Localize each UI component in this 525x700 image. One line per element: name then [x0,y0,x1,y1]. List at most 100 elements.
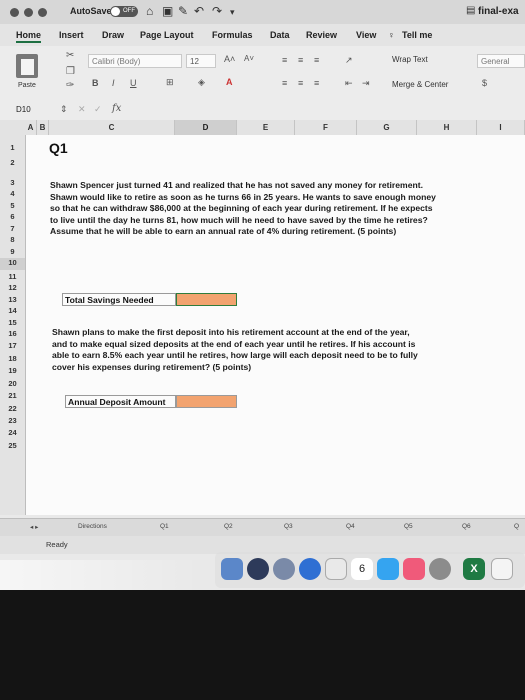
row-header[interactable]: 13 [0,295,25,304]
sheet-tab-q1[interactable]: Q1 [160,523,169,530]
function-icon[interactable]: fx [112,103,121,114]
undo-icon[interactable]: ↶ [194,4,204,18]
name-box-stepper-icon[interactable]: ⇕ [60,104,68,115]
finder-icon[interactable] [221,558,243,580]
align-bottom-icon[interactable]: ≡ [314,55,319,65]
row-header[interactable]: 24 [0,428,25,437]
col-header-i[interactable]: I [477,120,525,135]
row-header[interactable]: 19 [0,366,25,375]
name-box[interactable]: D10 [16,105,31,114]
col-header-b[interactable]: B [37,120,49,135]
excel-icon[interactable]: X [463,558,485,580]
row-header[interactable]: 5 [0,201,25,210]
row-header[interactable]: 25 [0,441,25,450]
sheet-tab-q5[interactable]: Q5 [404,523,413,530]
shrink-font-icon[interactable]: A˅ [244,54,254,63]
itunes-icon[interactable] [403,558,425,580]
col-header-g[interactable]: G [357,120,417,135]
wrap-text-button[interactable]: Wrap Text [392,55,428,64]
calendar-icon[interactable]: 6 [351,558,373,580]
tab-data[interactable]: Data [270,30,290,40]
tab-view[interactable]: View [356,30,376,40]
row-header[interactable]: 9 [0,247,25,256]
minimize-window-button[interactable] [24,8,33,17]
prev-sheet-icon[interactable]: ◂ ▸ [30,523,38,531]
col-header-d[interactable]: D [175,120,237,135]
tell-me-box[interactable]: Tell me [402,30,432,40]
total-savings-answer-cell[interactable] [176,293,237,306]
row-header[interactable]: 12 [0,283,25,292]
row-header[interactable]: 4 [0,189,25,198]
row-header[interactable]: 18 [0,354,25,363]
cancel-icon[interactable]: ✕ [78,104,86,115]
row-header[interactable]: 20 [0,379,25,388]
grow-font-icon[interactable]: A˄ [224,54,235,64]
autosave-toggle[interactable]: OFF [110,6,138,17]
row-header[interactable]: 3 [0,178,25,187]
row-header[interactable]: 6 [0,212,25,221]
merge-center-button[interactable]: Merge & Center [392,80,448,89]
row-header[interactable]: 14 [0,306,25,315]
align-left-icon[interactable]: ≡ [282,78,287,88]
customize-toolbar-icon[interactable]: ▾ [230,7,235,18]
tab-formulas[interactable]: Formulas [212,30,253,40]
messages-icon[interactable] [377,558,399,580]
chrome-icon[interactable] [325,558,347,580]
row-header-selected[interactable]: 10 [0,258,25,270]
copy-icon[interactable]: ❐ [66,66,75,77]
fill-color-icon[interactable]: ◈ [198,77,205,88]
sheet-tab-q6[interactable]: Q6 [462,523,471,530]
row-header[interactable]: 11 [0,272,25,281]
system-preferences-icon[interactable] [429,558,451,580]
row-header[interactable]: 22 [0,404,25,413]
row-header[interactable]: 17 [0,341,25,350]
col-header-c[interactable]: C [49,120,175,135]
decrease-indent-icon[interactable]: ⇤ [345,78,353,89]
font-color-icon[interactable]: A [226,77,233,87]
sheet-tab-q3[interactable]: Q3 [284,523,293,530]
tab-insert[interactable]: Insert [59,30,84,40]
align-right-icon[interactable]: ≡ [314,78,319,88]
close-window-button[interactable] [10,8,19,17]
launchpad-icon[interactable] [273,558,295,580]
font-size-field[interactable]: 12 [186,54,216,68]
tab-page-layout[interactable]: Page Layout [140,30,194,40]
row-header[interactable]: 7 [0,224,25,233]
row-header[interactable]: 23 [0,416,25,425]
col-header-f[interactable]: F [295,120,357,135]
underline-button[interactable]: U [130,78,137,88]
col-header-a[interactable]: A [25,120,37,135]
currency-button[interactable]: $ [482,78,487,88]
bold-button[interactable]: B [92,78,99,88]
edit-icon[interactable]: ✎ [178,4,188,18]
home-icon[interactable]: ⌂ [146,4,153,18]
col-header-h[interactable]: H [417,120,477,135]
row-header[interactable]: 16 [0,329,25,338]
tab-home[interactable]: Home [16,30,42,43]
tab-draw[interactable]: Draw [102,30,124,40]
sheet-tab-q2[interactable]: Q2 [224,523,233,530]
annual-deposit-answer-cell[interactable] [176,395,237,408]
cut-icon[interactable]: ✂ [66,50,74,61]
confirm-icon[interactable]: ✓ [94,104,102,115]
align-middle-icon[interactable]: ≡ [298,55,303,65]
sheet-tab-q7[interactable]: Q [514,523,519,530]
row-header[interactable]: 21 [0,391,25,400]
zoom-window-button[interactable] [38,8,47,17]
row-header[interactable]: 1 [0,143,25,152]
safari-icon[interactable] [299,558,321,580]
number-format-field[interactable]: General [477,54,525,68]
font-name-field[interactable]: Calibri (Body) [88,54,182,68]
col-header-e[interactable]: E [237,120,295,135]
document-icon[interactable] [491,558,513,580]
tab-review[interactable]: Review [306,30,337,40]
row-header[interactable]: 2 [0,158,25,167]
format-painter-icon[interactable]: ✑ [66,80,74,91]
align-top-icon[interactable]: ≡ [282,55,287,65]
sheet-tab-directions[interactable]: Directions [78,523,107,530]
increase-indent-icon[interactable]: ⇥ [362,78,370,89]
borders-icon[interactable]: ⊞ [166,77,174,88]
sheet-tab-q4[interactable]: Q4 [346,523,355,530]
row-header[interactable]: 15 [0,318,25,327]
redo-icon[interactable]: ↷ [212,4,222,18]
